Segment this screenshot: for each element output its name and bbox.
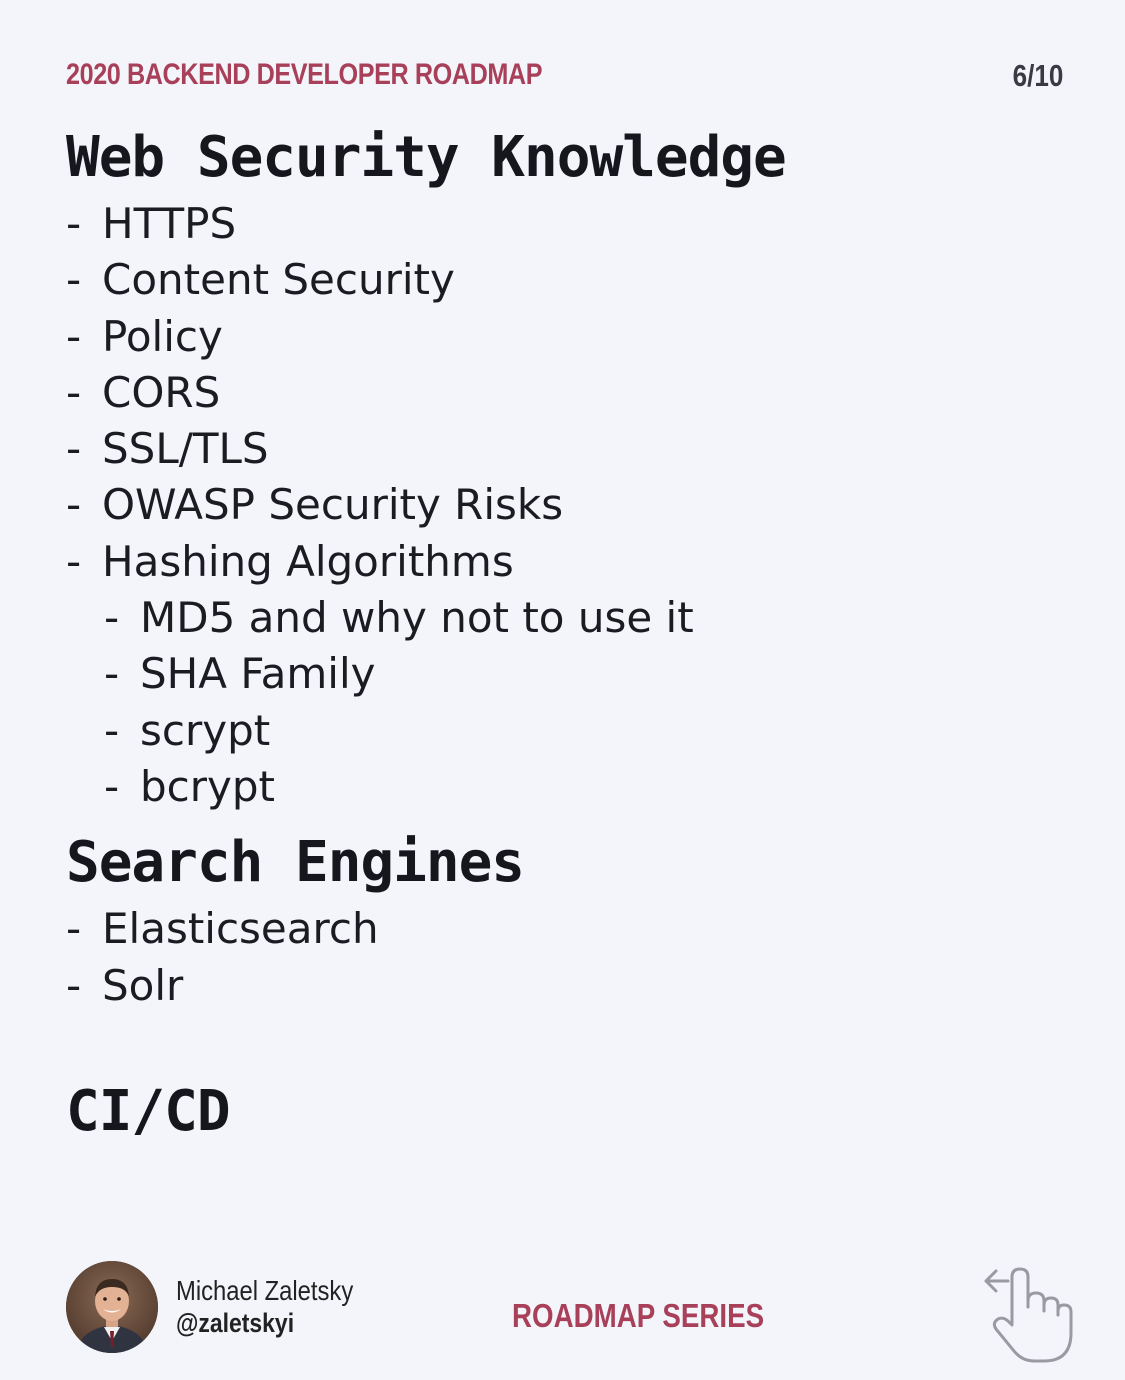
page-number: 6/10 bbox=[1012, 58, 1063, 93]
author-block: Michael Zaletsky @zaletskyi bbox=[176, 1275, 385, 1339]
list-item: - HTTPS bbox=[66, 196, 1066, 252]
hand-swipe-left-icon[interactable] bbox=[982, 1261, 1078, 1365]
list-subitem: - bcrypt bbox=[66, 759, 1066, 815]
bullet-dash: - bbox=[66, 904, 82, 954]
bullet-dash: - bbox=[66, 960, 82, 1010]
bullet-dash: - bbox=[104, 649, 120, 699]
list-subitem: - MD5 and why not to use it bbox=[66, 590, 1066, 646]
list-item: - Solr bbox=[66, 958, 1066, 1014]
list-item: - Hashing Algorithms bbox=[66, 534, 1066, 590]
list-item: - OWASP Security Risks bbox=[66, 477, 1066, 533]
bullet-dash: - bbox=[66, 536, 82, 586]
bullet-dash: - bbox=[66, 480, 82, 530]
list-item-label: Hashing Algorithms bbox=[102, 536, 514, 586]
list-item: - Elasticsearch bbox=[66, 901, 1066, 957]
list-subitem-label: MD5 and why not to use it bbox=[140, 593, 694, 643]
bullet-dash: - bbox=[66, 311, 82, 361]
list-item-label: Elasticsearch bbox=[102, 904, 379, 954]
section-title-web-security: Web Security Knowledge bbox=[66, 125, 787, 190]
bullet-dash: - bbox=[104, 705, 120, 755]
list-item-label: CORS bbox=[102, 367, 221, 417]
avatar bbox=[66, 1261, 158, 1353]
list-subitem-label: bcrypt bbox=[140, 761, 276, 811]
list-item-label: OWASP Security Risks bbox=[102, 480, 564, 530]
list-item: - Content Security bbox=[66, 252, 1066, 308]
list-subitem: - SHA Family bbox=[66, 646, 1066, 702]
footer: Michael Zaletsky @zaletskyi ROADMAP SERI… bbox=[0, 1255, 1125, 1365]
section-title-search-engines: Search Engines bbox=[66, 830, 525, 896]
list-item-label: Content Security bbox=[102, 255, 455, 305]
bullet-dash: - bbox=[66, 424, 82, 474]
bullet-dash: - bbox=[66, 367, 82, 417]
search-engines-list: - Elasticsearch - Solr bbox=[66, 901, 1066, 1014]
list-item-label: SSL/TLS bbox=[102, 424, 269, 474]
series-title: 2020 BACKEND DEVELOPER ROADMAP bbox=[66, 58, 543, 91]
list-subitem-label: SHA Family bbox=[140, 649, 376, 699]
list-item: - Policy bbox=[66, 309, 1066, 365]
series-label: ROADMAP SERIES bbox=[512, 1297, 765, 1334]
avatar-photo-icon bbox=[66, 1261, 158, 1353]
list-item-label: Policy bbox=[102, 311, 223, 361]
web-security-list: - HTTPS - Content Security - Policy - CORS -… bbox=[66, 196, 1066, 815]
bullet-dash: - bbox=[104, 761, 120, 811]
author-name: Michael Zaletsky bbox=[176, 1275, 354, 1306]
bullet-dash: - bbox=[104, 593, 120, 643]
section-title-ci-cd: CI/CD bbox=[66, 1078, 231, 1144]
content: Web Security Knowledge - HTTPS - Content S… bbox=[66, 120, 1066, 1150]
list-subitem: - scrypt bbox=[66, 703, 1066, 759]
list-subitem-label: scrypt bbox=[140, 705, 271, 755]
bullet-dash: - bbox=[66, 255, 82, 305]
author-handle[interactable]: @zaletskyi bbox=[176, 1307, 353, 1339]
list-item-label: HTTPS bbox=[102, 199, 237, 248]
header: 2020 BACKEND DEVELOPER ROADMAP 6/10 bbox=[66, 52, 1063, 102]
list-item-label: Solr bbox=[102, 960, 184, 1010]
list-item: - SSL/TLS bbox=[66, 421, 1066, 477]
bullet-dash: - bbox=[66, 199, 82, 248]
list-item: - CORS bbox=[66, 365, 1066, 421]
